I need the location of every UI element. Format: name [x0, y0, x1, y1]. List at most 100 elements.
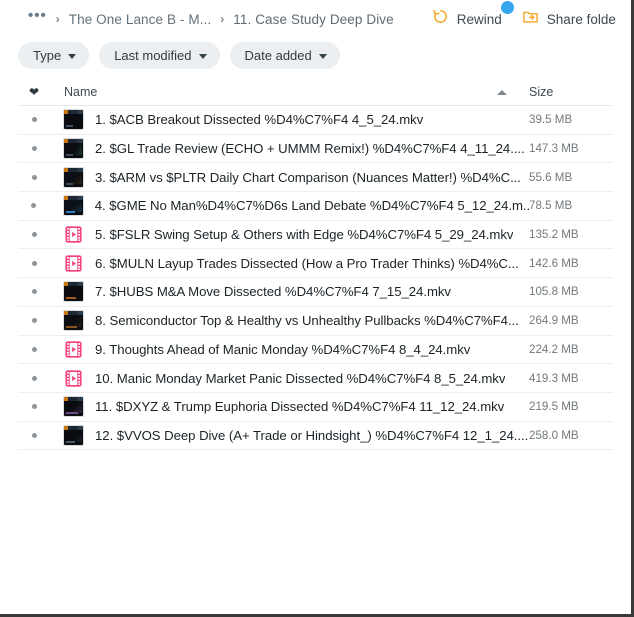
bullet-icon	[31, 146, 37, 152]
name-column-header[interactable]: Name	[50, 85, 497, 99]
bullet-icon	[31, 318, 37, 324]
chevron-down-icon	[68, 53, 77, 59]
table-row[interactable]: 3. $ARM vs $PLTR Daily Chart Comparison …	[18, 163, 613, 193]
table-row[interactable]: 1. $ACB Breakout Dissected %D4%C7%F4 4_5…	[18, 106, 613, 135]
row-favorite-cell[interactable]	[18, 404, 50, 410]
breadcrumb-item-parent[interactable]: The One Lance B - M...	[69, 12, 212, 27]
video-file-icon	[65, 369, 82, 387]
toolbar-actions: Rewind Share folde	[432, 1, 616, 30]
file-table-body: 1. $ACB Breakout Dissected %D4%C7%F4 4_5…	[0, 106, 631, 451]
file-size: 55.6 MB	[529, 170, 573, 184]
video-thumbnail-icon	[64, 397, 83, 417]
breadcrumb-item-current[interactable]: 11. Case Study Deep Dive	[233, 12, 393, 27]
row-favorite-cell[interactable]	[18, 232, 50, 238]
share-folder-icon	[522, 8, 539, 30]
file-size: 78.5 MB	[529, 199, 573, 213]
row-favorite-cell[interactable]	[18, 346, 50, 352]
size-column-header[interactable]: Size	[529, 85, 613, 99]
table-row[interactable]: 12. $VVOS Deep Dive (A+ Trade or Hindsig…	[18, 422, 613, 451]
share-folder-button[interactable]: Share folde	[522, 8, 616, 30]
file-name: 9. Thoughts Ahead of Manic Monday %D4%C7…	[95, 341, 471, 357]
size-column-label: Size	[529, 85, 554, 99]
chevron-up-icon[interactable]	[497, 89, 507, 95]
bullet-icon	[31, 404, 37, 410]
share-folder-label: Share folde	[546, 11, 616, 27]
file-name: 5. $FSLR Swing Setup & Others with Edge …	[95, 227, 514, 243]
row-favorite-cell[interactable]	[18, 260, 50, 266]
row-name-cell[interactable]: 6. $MULN Layup Trades Dissected (How a P…	[50, 254, 529, 273]
file-name: 4. $GME No Man%D4%C7%D6s Land Debate %D4…	[94, 198, 529, 214]
filter-date-added-button[interactable]: Date added	[229, 42, 340, 69]
row-favorite-cell[interactable]	[18, 117, 50, 123]
video-thumbnail-icon	[64, 167, 83, 187]
file-table-header: ❤ Name Size	[18, 79, 613, 106]
file-name: 12. $VVOS Deep Dive (A+ Trade or Hindsig…	[95, 427, 529, 443]
row-favorite-cell[interactable]	[18, 203, 50, 209]
table-row[interactable]: 9. Thoughts Ahead of Manic Monday %D4%C7…	[18, 336, 613, 365]
video-thumbnail-icon	[64, 139, 83, 159]
row-name-cell[interactable]: 10. Manic Monday Market Panic Dissected …	[50, 369, 529, 388]
row-name-cell[interactable]: 12. $VVOS Deep Dive (A+ Trade or Hindsig…	[50, 425, 529, 445]
file-size: 142.6 MB	[529, 256, 579, 270]
video-thumbnail-icon	[64, 110, 83, 130]
table-row[interactable]: 11. $DXYZ & Trump Euphoria Dissected %D4…	[18, 393, 613, 422]
table-row[interactable]: 7. $HUBS M&A Move Dissected %D4%C7%F4 7_…	[18, 278, 613, 307]
table-row[interactable]: 2. $GL Trade Review (ECHO + UMMM Remix!)…	[18, 135, 613, 164]
video-file-icon	[65, 255, 82, 272]
file-name: 6. $MULN Layup Trades Dissected (How a P…	[95, 255, 519, 271]
table-row[interactable]: 5. $FSLR Swing Setup & Others with Edge …	[18, 221, 613, 250]
breadcrumb-separator-2: ›	[220, 12, 225, 26]
bullet-icon	[31, 346, 37, 352]
file-size: 147.3 MB	[529, 142, 579, 156]
file-size: 258.0 MB	[529, 428, 579, 442]
chevron-down-icon	[318, 53, 327, 59]
row-name-cell[interactable]: 4. $GME No Man%D4%C7%D6s Land Debate %D4…	[50, 196, 529, 216]
bullet-icon	[31, 432, 37, 438]
bullet-icon	[31, 260, 37, 266]
rewind-label: Rewind	[456, 11, 502, 27]
filter-type-button[interactable]: Type	[18, 42, 90, 69]
table-row[interactable]: 8. Semiconductor Top & Healthy vs Unheal…	[18, 307, 613, 336]
file-name: 2. $GL Trade Review (ECHO + UMMM Remix!)…	[95, 141, 525, 157]
breadcrumb-separator-1: ›	[55, 12, 60, 26]
filter-last-modified-button[interactable]: Last modified	[99, 42, 220, 69]
file-size: 219.5 MB	[529, 400, 579, 414]
ellipsis-icon[interactable]: •••	[28, 8, 47, 27]
bullet-icon	[31, 375, 37, 381]
favorite-column-header[interactable]: ❤	[18, 86, 50, 98]
row-favorite-cell[interactable]	[18, 174, 50, 180]
file-size: 419.3 MB	[529, 371, 579, 385]
row-name-cell[interactable]: 2. $GL Trade Review (ECHO + UMMM Remix!)…	[50, 139, 529, 159]
file-name: 3. $ARM vs $PLTR Daily Chart Comparison …	[95, 169, 521, 185]
row-name-cell[interactable]: 3. $ARM vs $PLTR Daily Chart Comparison …	[50, 167, 529, 187]
row-name-cell[interactable]: 1. $ACB Breakout Dissected %D4%C7%F4 4_5…	[50, 110, 529, 130]
bullet-icon	[31, 174, 37, 180]
table-row[interactable]: 10. Manic Monday Market Panic Dissected …	[18, 364, 613, 393]
chevron-down-icon	[198, 53, 207, 59]
row-name-cell[interactable]: 8. Semiconductor Top & Healthy vs Unheal…	[50, 311, 529, 331]
file-name: 11. $DXYZ & Trump Euphoria Dissected %D4…	[95, 399, 505, 415]
file-name: 1. $ACB Breakout Dissected %D4%C7%F4 4_5…	[95, 112, 424, 128]
row-favorite-cell[interactable]	[18, 375, 50, 381]
rewind-circular-arrow-icon	[432, 8, 449, 30]
heart-icon: ❤	[28, 85, 40, 99]
row-favorite-cell[interactable]	[18, 318, 50, 324]
filter-last-modified-label: Last modified	[114, 48, 192, 63]
rewind-notification-badge	[500, 1, 514, 14]
breadcrumb-toolbar: ••• › The One Lance B - M... › 11. Case …	[0, 0, 631, 38]
file-name: 10. Manic Monday Market Panic Dissected …	[95, 370, 506, 386]
file-size: 39.5 MB	[529, 113, 573, 127]
row-name-cell[interactable]: 5. $FSLR Swing Setup & Others with Edge …	[50, 225, 529, 244]
row-name-cell[interactable]: 9. Thoughts Ahead of Manic Monday %D4%C7…	[50, 340, 529, 359]
table-row[interactable]: 6. $MULN Layup Trades Dissected (How a P…	[18, 249, 613, 279]
row-favorite-cell[interactable]	[18, 146, 50, 152]
rewind-button[interactable]: Rewind	[432, 1, 514, 30]
file-table: ❤ Name Size 1. $ACB Breakout Dissected %…	[0, 79, 631, 451]
table-row[interactable]: 4. $GME No Man%D4%C7%D6s Land Debate %D4…	[18, 192, 613, 221]
row-name-cell[interactable]: 11. $DXYZ & Trump Euphoria Dissected %D4…	[50, 397, 529, 417]
row-favorite-cell[interactable]	[18, 289, 50, 295]
row-name-cell[interactable]: 7. $HUBS M&A Move Dissected %D4%C7%F4 7_…	[50, 282, 529, 302]
video-thumbnail-icon	[63, 196, 83, 216]
row-favorite-cell[interactable]	[18, 432, 50, 438]
filter-type-label: Type	[33, 48, 62, 63]
